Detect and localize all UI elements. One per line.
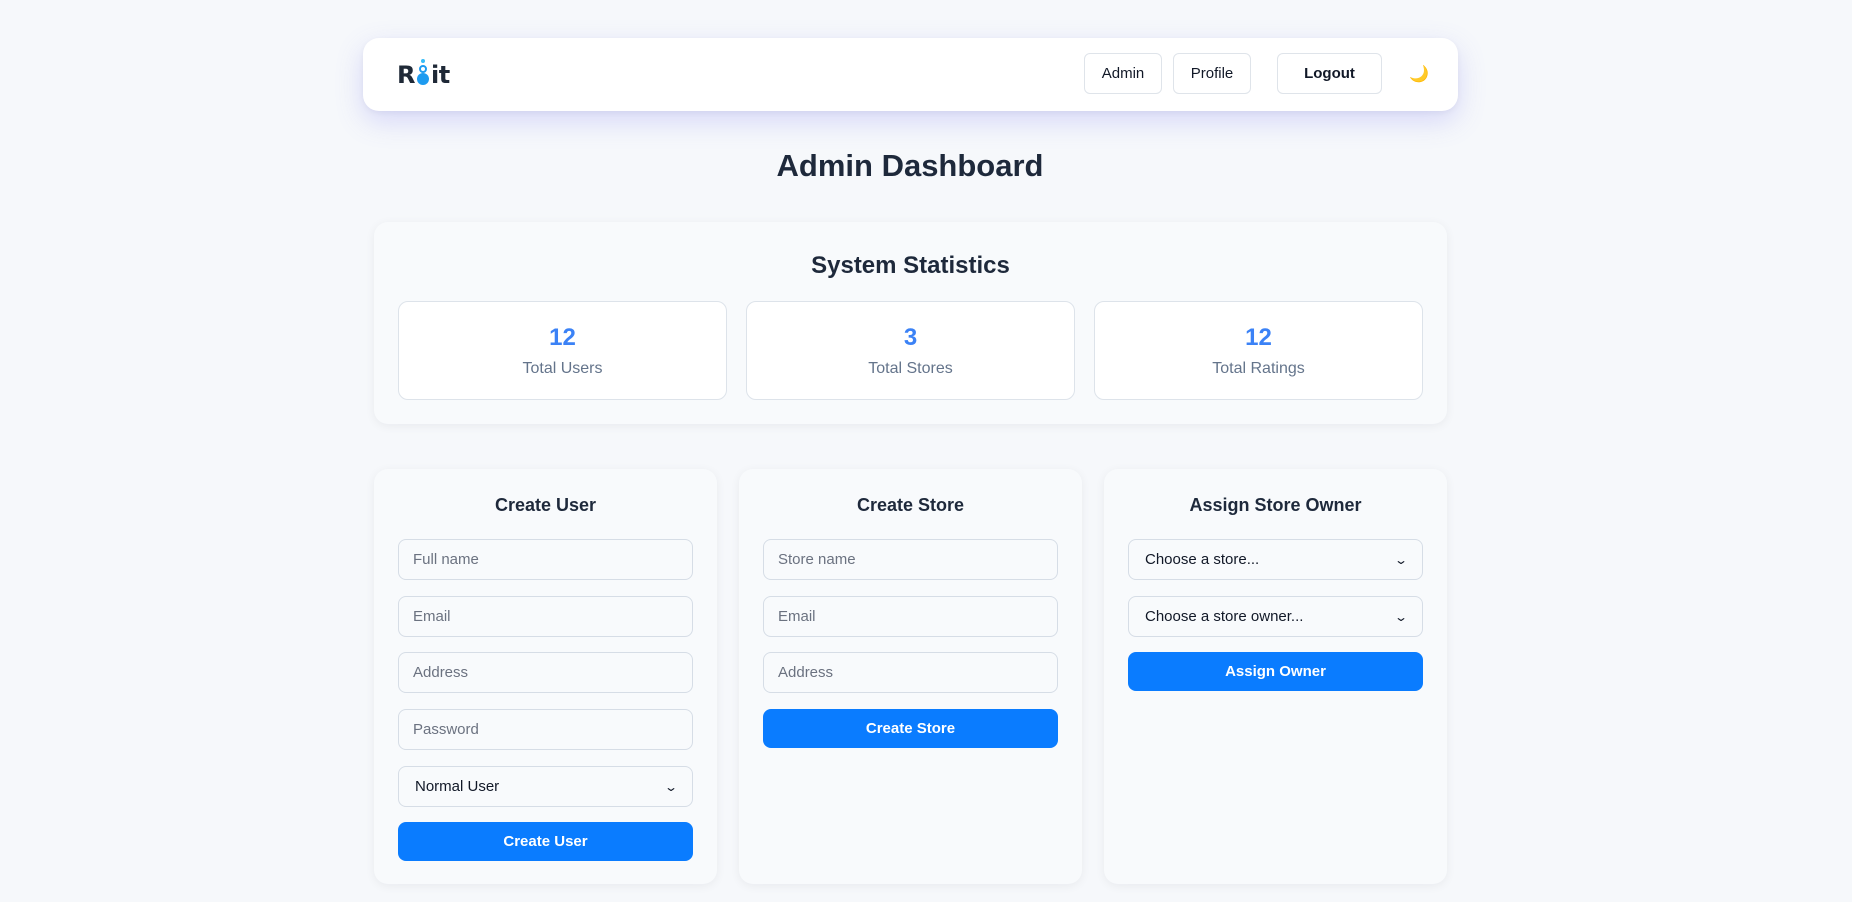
top-navbar: R it Admin Profile Logout 🌙 — [363, 38, 1458, 111]
logout-button[interactable]: Logout — [1277, 53, 1382, 94]
assign-owner-button[interactable]: Assign Owner — [1128, 652, 1423, 691]
store-address-input[interactable] — [763, 652, 1058, 693]
stat-total-stores: 3 Total Stores — [746, 301, 1075, 400]
create-store-title: Create Store — [856, 495, 965, 515]
role-select[interactable]: Normal User ⌄ — [398, 766, 693, 807]
create-user-title: Create User — [494, 495, 597, 515]
logo-mark-icon — [416, 59, 430, 86]
nav-profile-button[interactable]: Profile — [1173, 53, 1251, 94]
password-input[interactable] — [398, 709, 693, 750]
store-select-value: Choose a store... — [1145, 551, 1260, 568]
stat-label: Total Users — [522, 360, 603, 377]
app-logo[interactable]: R it — [397, 59, 450, 90]
chevron-down-icon: ⌄ — [663, 779, 679, 794]
system-statistics-card: System Statistics 12 Total Users 3 Total… — [374, 222, 1447, 424]
full-name-input[interactable] — [398, 539, 693, 580]
stat-value: 12 — [549, 324, 576, 351]
stat-total-ratings: 12 Total Ratings — [1094, 301, 1423, 400]
stat-label: Total Ratings — [1212, 360, 1305, 377]
role-select-value: Normal User — [415, 778, 500, 795]
store-email-input[interactable] — [763, 596, 1058, 637]
assign-owner-title: Assign Store Owner — [1189, 495, 1362, 515]
user-address-input[interactable] — [398, 652, 693, 693]
logo-text-right: it — [430, 61, 450, 89]
page-title: Admin Dashboard — [776, 148, 1044, 183]
logo-text-left: R — [397, 61, 415, 89]
user-email-input[interactable] — [398, 596, 693, 637]
moon-icon[interactable]: 🌙 — [1406, 60, 1432, 88]
stat-value: 12 — [1245, 324, 1272, 351]
create-user-button[interactable]: Create User — [398, 822, 693, 861]
nav-admin-button[interactable]: Admin — [1084, 53, 1162, 94]
chevron-down-icon: ⌄ — [1393, 609, 1409, 624]
store-name-input[interactable] — [763, 539, 1058, 580]
store-select[interactable]: Choose a store... ⌄ — [1128, 539, 1423, 580]
stat-value: 3 — [903, 324, 918, 351]
stat-total-users: 12 Total Users — [398, 301, 727, 400]
stat-label: Total Stores — [868, 360, 953, 377]
create-store-card: Create Store Create Store — [739, 469, 1082, 884]
stats-title: System Statistics — [811, 252, 1010, 279]
store-owner-select-value: Choose a store owner... — [1145, 608, 1304, 625]
chevron-down-icon: ⌄ — [1393, 552, 1409, 567]
create-user-card: Create User Normal User ⌄ Create User — [374, 469, 717, 884]
store-owner-select[interactable]: Choose a store owner... ⌄ — [1128, 596, 1423, 637]
create-store-button[interactable]: Create Store — [763, 709, 1058, 748]
assign-store-owner-card: Assign Store Owner Choose a store... ⌄ C… — [1104, 469, 1447, 884]
